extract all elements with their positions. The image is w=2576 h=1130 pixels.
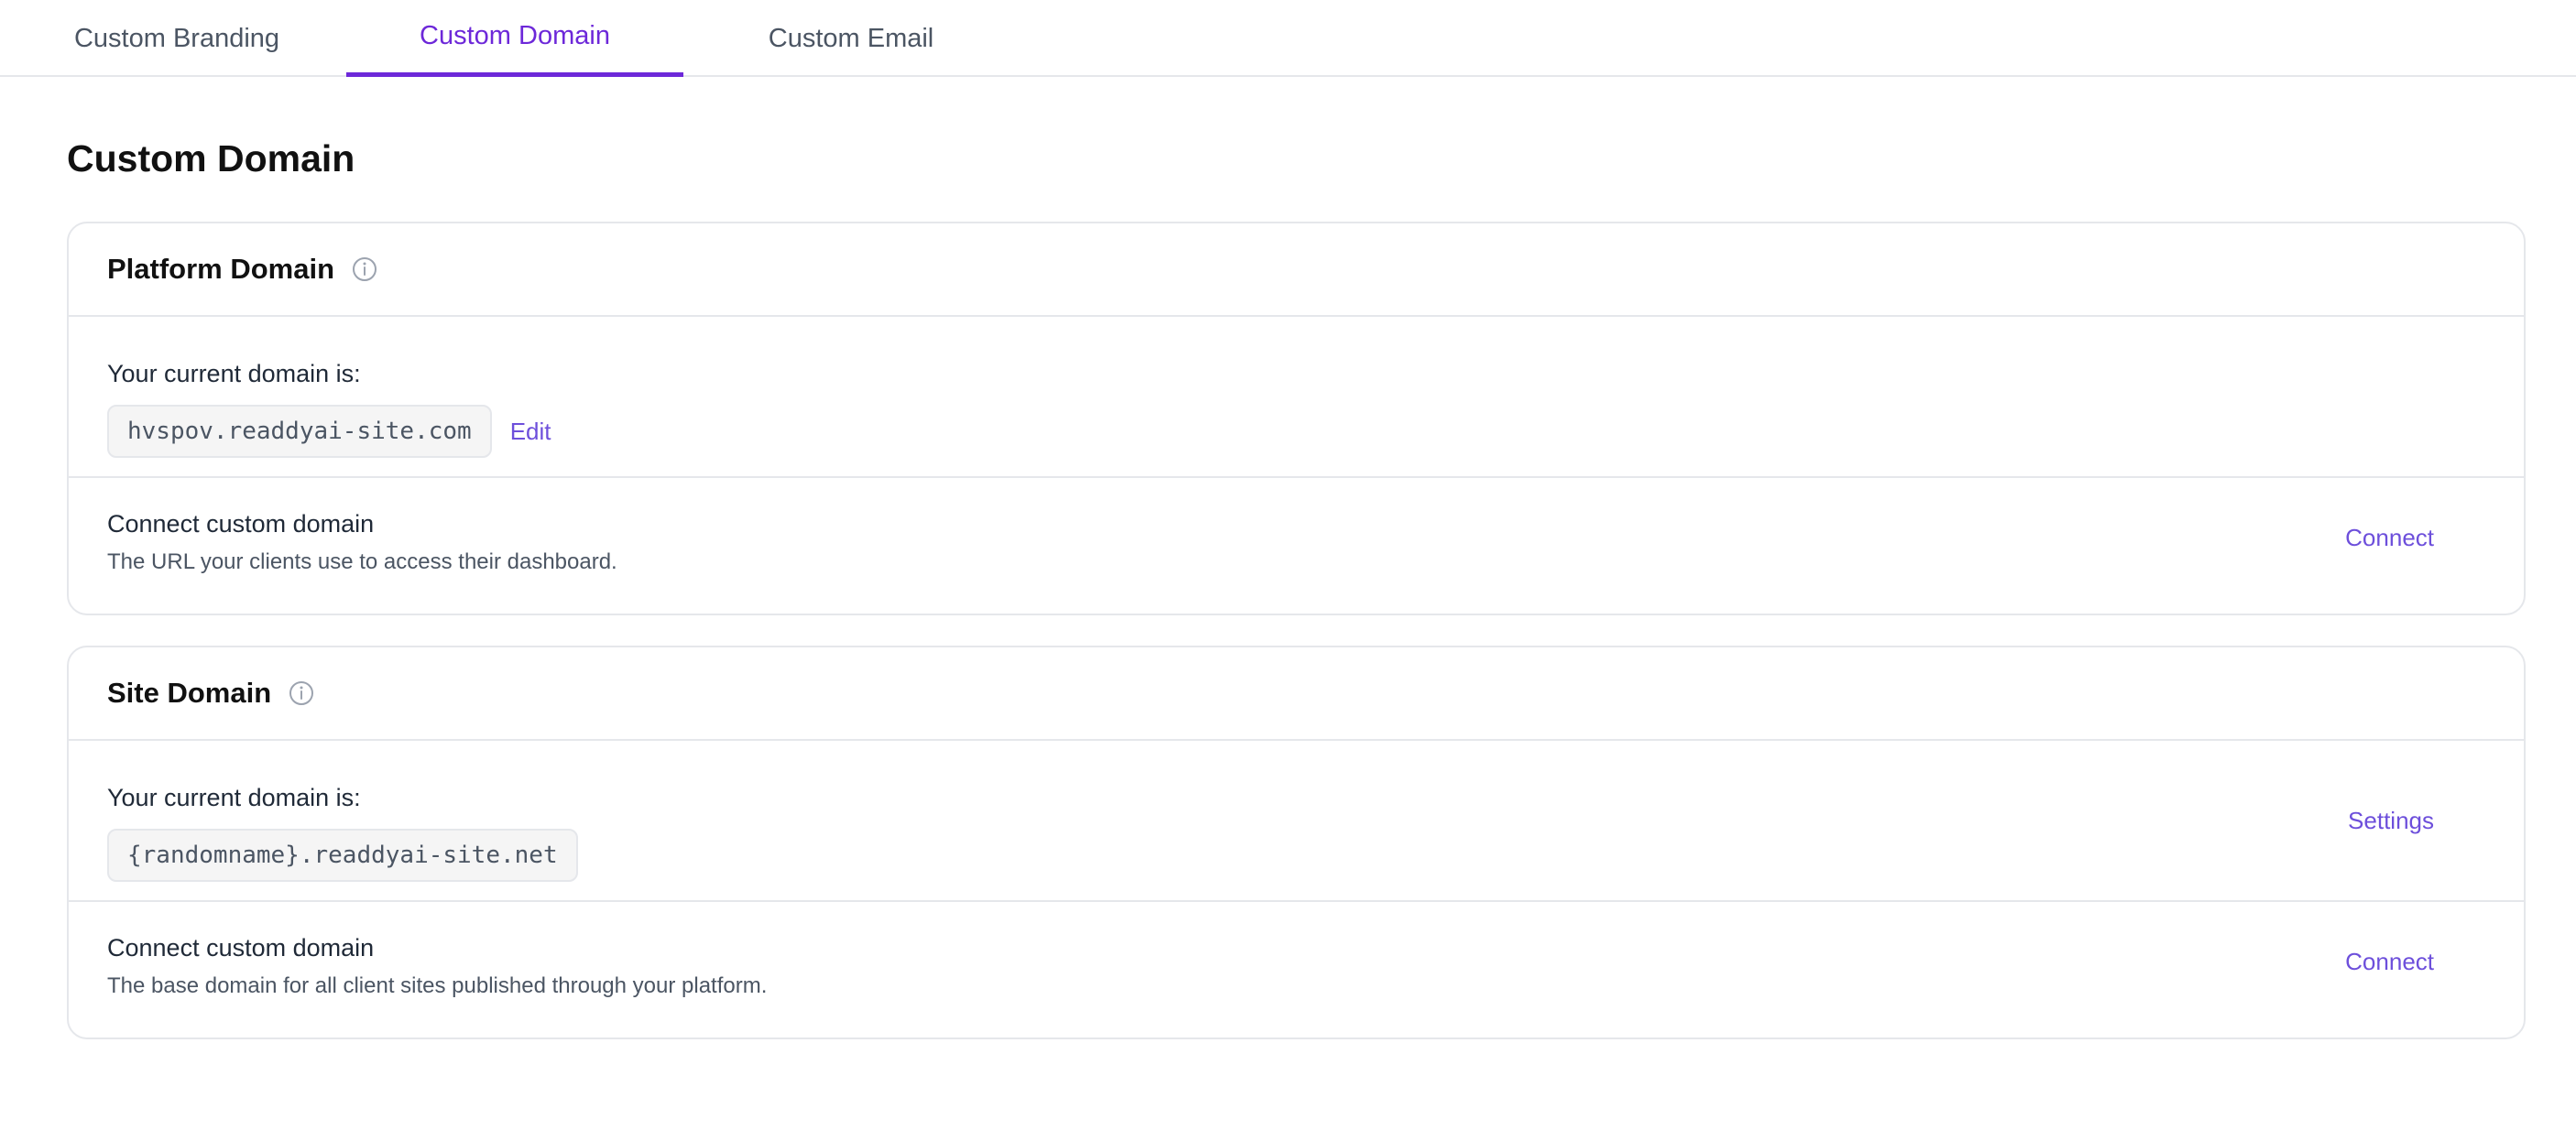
- tab-custom-branding[interactable]: Custom Branding: [44, 0, 310, 77]
- site-current-domain-section: Your current domain is: {randomname}.rea…: [69, 741, 2524, 902]
- platform-domain-header: Platform Domain: [69, 223, 2524, 317]
- info-icon[interactable]: [351, 255, 378, 283]
- settings-tabs: Custom Branding Custom Domain Custom Ema…: [0, 0, 2576, 77]
- edit-domain-link[interactable]: Edit: [510, 418, 551, 446]
- platform-current-domain: hvspov.readdyai-site.com: [107, 405, 492, 458]
- platform-current-label: Your current domain is:: [107, 360, 361, 387]
- page-title: Custom Domain: [67, 137, 355, 179]
- tab-custom-email[interactable]: Custom Email: [720, 0, 982, 77]
- site-settings-link[interactable]: Settings: [2348, 807, 2434, 835]
- platform-domain-card: Platform Domain Your current domain is: …: [67, 222, 2526, 615]
- site-connect-title: Connect custom domain: [107, 934, 375, 962]
- tab-custom-domain[interactable]: Custom Domain: [346, 0, 683, 77]
- site-domain-card: Site Domain Your current domain is: {ran…: [67, 646, 2526, 1039]
- platform-current-domain-section: Your current domain is: hvspov.readdyai-…: [69, 317, 2524, 478]
- platform-connect-desc: The URL your clients use to access their…: [107, 549, 617, 574]
- platform-connect-title: Connect custom domain: [107, 510, 375, 538]
- platform-connect-link[interactable]: Connect: [2345, 524, 2434, 552]
- site-domain-title: Site Domain: [107, 677, 272, 709]
- info-icon[interactable]: [288, 679, 315, 707]
- site-domain-header: Site Domain: [69, 647, 2524, 741]
- site-connect-section: Connect custom domain The base domain fo…: [69, 902, 2524, 1039]
- site-connect-desc: The base domain for all client sites pub…: [107, 973, 768, 998]
- site-current-domain: {randomname}.readdyai-site.net: [107, 829, 578, 882]
- site-current-label: Your current domain is:: [107, 784, 361, 811]
- platform-domain-title: Platform Domain: [107, 253, 335, 285]
- platform-connect-section: Connect custom domain The URL your clien…: [69, 478, 2524, 615]
- site-connect-link[interactable]: Connect: [2345, 948, 2434, 976]
